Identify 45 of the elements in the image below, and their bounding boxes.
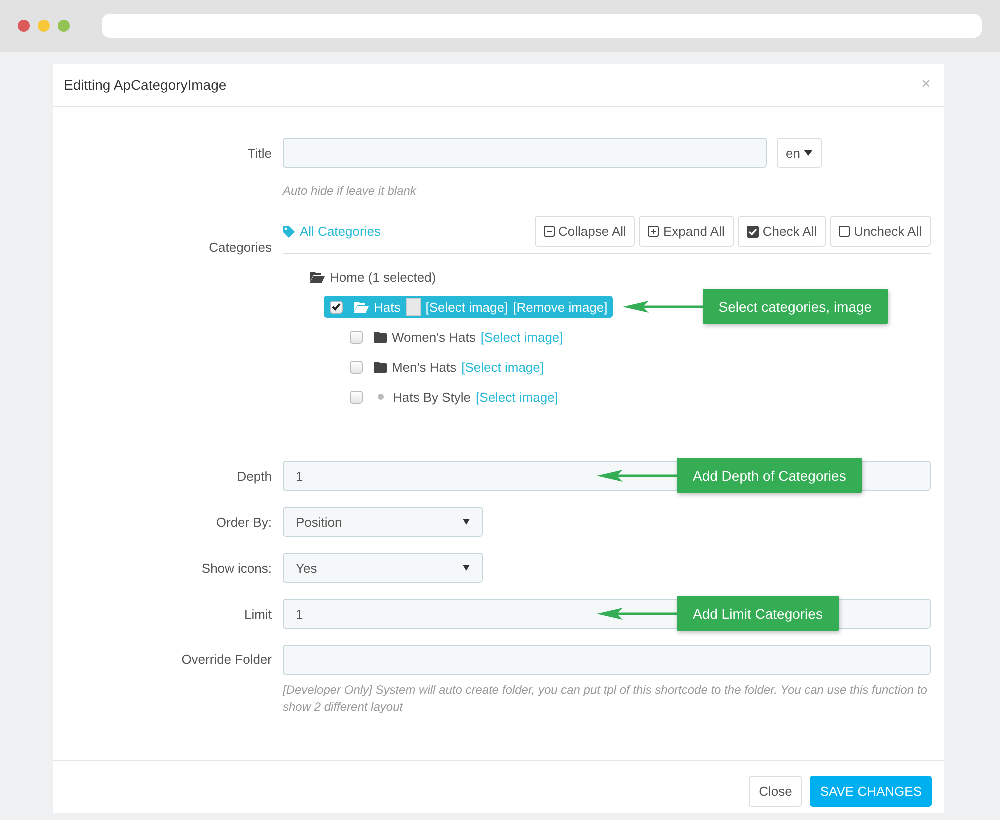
window-control-icon[interactable] [18,20,30,32]
plus-square-icon [648,226,660,237]
field-label: Show icons: [200,560,272,576]
text-field[interactable] [283,645,931,675]
field-label: Title [246,146,272,160]
check-button[interactable]: Check All [738,216,826,247]
close-button[interactable]: Close [749,776,802,807]
dropdown[interactable]: Position [283,507,483,537]
expand-button[interactable]: Expand All [639,216,734,247]
caret-icon [804,150,814,156]
field-label: Depth [236,468,272,484]
collapse-button[interactable]: Collapse All [534,216,636,247]
checked-square-icon [746,226,759,238]
empty-square-icon [839,226,850,237]
field-label: Categories [208,239,272,255]
checkbox[interactable] [350,330,363,344]
callout-tooltip: Select categories, image [702,289,888,324]
field-label: Override Folder [180,651,272,669]
tree-item[interactable]: Hats By Style [Select image] [344,386,564,408]
help-text: Auto hide if leave it blank [283,183,418,200]
text-field[interactable] [283,138,767,168]
field-label: Limit [244,606,272,622]
help-text: [Developer Only] System will auto create folder, you can put tpl of this shortcode to the folder. You can use this function to show 2 different layout [283,682,928,716]
uncheck-button[interactable]: Uncheck All [830,216,931,247]
tree-item[interactable]: Home (1 selected) [304,266,442,288]
tree-item[interactable]: Men's Hats [Select image] [344,356,549,378]
minus-square-icon [544,226,554,237]
tag-icon [283,226,295,238]
tree-item[interactable]: Women's Hats [Select image] [344,326,568,348]
callout-tooltip: Add Limit Categories [677,596,839,631]
caret-icon [463,565,470,571]
dropdown[interactable]: Yes [283,553,483,583]
check-icon [332,303,341,311]
window-control-icon[interactable] [58,20,70,32]
checkbox[interactable] [350,360,363,374]
dialog-title: Editting ApCategoryImage [64,77,227,93]
field-label: Order By: [215,514,272,530]
checkbox[interactable] [350,390,363,404]
address-bar[interactable] [102,14,982,38]
language-dropdown[interactable]: en [777,138,822,168]
window-control-icon[interactable] [38,20,50,32]
caret-icon [463,519,470,525]
callout-tooltip: Add Depth of Categories [677,458,862,493]
bullet-icon [378,394,384,400]
checkbox[interactable] [330,300,343,314]
